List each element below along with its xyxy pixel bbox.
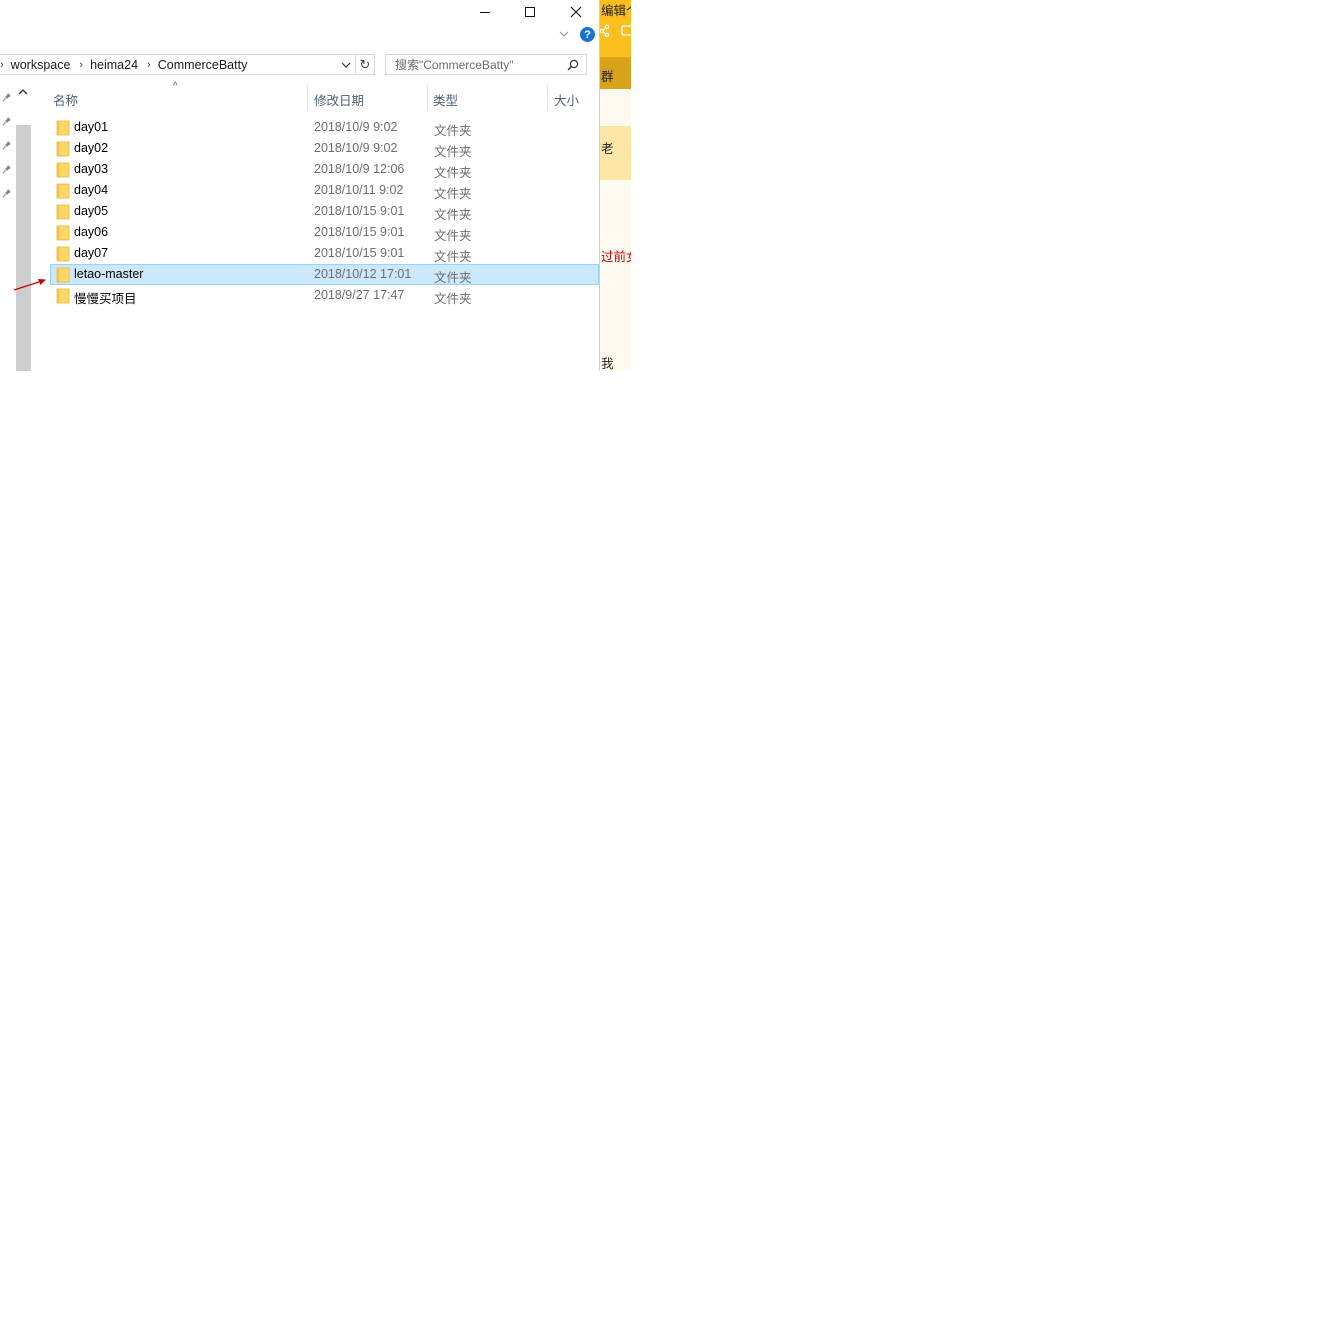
file-type: 文件夹 xyxy=(434,187,472,201)
file-row[interactable]: day04 2018/10/11 9:02 文件夹 xyxy=(50,180,599,201)
ribbon-expand-chevron-icon[interactable] xyxy=(558,29,570,39)
pin-icon[interactable] xyxy=(2,188,12,198)
bg-red-text-fragment: 过前女 xyxy=(601,250,631,264)
title-bar xyxy=(0,0,599,24)
folder-icon xyxy=(56,183,70,199)
file-name[interactable]: day06 xyxy=(74,225,108,239)
file-modified-date: 2018/10/9 9:02 xyxy=(314,141,398,155)
folder-icon xyxy=(56,288,70,304)
file-modified-date: 2018/9/27 17:47 xyxy=(314,288,405,302)
close-icon xyxy=(570,6,582,18)
maximize-button[interactable] xyxy=(507,0,553,24)
file-modified-date: 2018/10/9 9:02 xyxy=(314,120,398,134)
file-row[interactable]: day01 2018/10/9 9:02 文件夹 xyxy=(50,117,599,138)
breadcrumb-heima24[interactable]: heima24 xyxy=(90,58,138,72)
search-box[interactable] xyxy=(385,54,587,75)
folder-icon xyxy=(56,246,70,262)
scrollbar-thumb[interactable] xyxy=(16,125,31,371)
annotation-arrow xyxy=(13,279,46,291)
maximize-icon xyxy=(525,7,535,17)
file-list: day01 2018/10/9 9:02 文件夹 day02 2018/10/9 9:0… xyxy=(50,117,599,306)
file-name[interactable]: 慢慢买项目 xyxy=(74,288,137,307)
chevron-right-icon[interactable]: › xyxy=(147,59,151,71)
file-name[interactable]: day02 xyxy=(74,141,108,155)
file-type: 文件夹 xyxy=(434,208,472,222)
column-divider[interactable] xyxy=(427,84,428,111)
window-icon[interactable] xyxy=(621,24,631,37)
search-icon[interactable] xyxy=(567,59,579,71)
minimize-icon xyxy=(480,12,490,13)
file-modified-date: 2018/10/9 12:06 xyxy=(314,162,405,176)
address-history-chevron-down-icon[interactable] xyxy=(340,58,352,72)
pin-icon[interactable] xyxy=(2,116,12,126)
bg-group-fragment: 群 xyxy=(601,70,614,84)
file-type: 文件夹 xyxy=(434,124,472,138)
share-icon[interactable] xyxy=(600,24,610,38)
column-header-size[interactable]: 大小 xyxy=(554,90,579,109)
file-row[interactable]: day06 2018/10/15 9:01 文件夹 xyxy=(50,222,599,243)
folder-icon xyxy=(56,267,70,283)
bg-title-fragment: 编辑个 xyxy=(601,4,631,18)
file-type: 文件夹 xyxy=(434,166,472,180)
help-icon[interactable]: ? xyxy=(580,27,595,42)
column-header-date[interactable]: 修改日期 xyxy=(314,90,364,109)
refresh-button[interactable]: ↻ xyxy=(356,54,375,75)
minimize-button[interactable] xyxy=(462,0,508,24)
file-name[interactable]: day04 xyxy=(74,183,108,197)
bg-text-fragment: 老 xyxy=(601,142,614,156)
pin-icon[interactable] xyxy=(2,92,12,102)
file-name[interactable]: letao-master xyxy=(74,267,143,281)
file-type: 文件夹 xyxy=(434,250,472,264)
file-name[interactable]: day05 xyxy=(74,204,108,218)
file-type: 文件夹 xyxy=(434,271,472,285)
refresh-icon: ↻ xyxy=(359,56,371,72)
file-name[interactable]: day03 xyxy=(74,162,108,176)
file-row[interactable]: day02 2018/10/9 9:02 文件夹 xyxy=(50,138,599,159)
scroll-up-chevron-icon[interactable] xyxy=(18,88,28,96)
file-explorer-window: ? › workspace › heima24 › CommerceBatty … xyxy=(0,0,599,371)
file-row[interactable]: 慢慢买项目 2018/9/27 17:47 文件夹 xyxy=(50,285,599,306)
file-modified-date: 2018/10/15 9:01 xyxy=(314,225,405,239)
navigation-pane xyxy=(0,84,33,371)
folder-icon xyxy=(56,225,70,241)
chevron-right-icon[interactable]: › xyxy=(0,59,4,71)
folder-icon xyxy=(56,162,70,178)
file-type: 文件夹 xyxy=(434,145,472,159)
folder-icon xyxy=(56,141,70,157)
search-input[interactable] xyxy=(386,55,565,74)
breadcrumb-workspace[interactable]: workspace xyxy=(11,58,71,72)
background-chat-window: 编辑个 群 老 过前女 我 xyxy=(599,0,631,371)
address-bar[interactable]: › workspace › heima24 › CommerceBatty xyxy=(0,54,356,75)
column-header-type[interactable]: 类型 xyxy=(433,90,458,109)
file-modified-date: 2018/10/12 17:01 xyxy=(314,267,412,281)
file-type: 文件夹 xyxy=(434,292,472,306)
file-row[interactable]: letao-master 2018/10/12 17:01 文件夹 xyxy=(50,264,599,285)
file-row[interactable]: day05 2018/10/15 9:01 文件夹 xyxy=(50,201,599,222)
breadcrumb-commercebatty[interactable]: CommerceBatty xyxy=(158,58,248,72)
close-button[interactable] xyxy=(553,0,599,24)
file-modified-date: 2018/10/15 9:01 xyxy=(314,246,405,260)
file-name[interactable]: day07 xyxy=(74,246,108,260)
pin-icon[interactable] xyxy=(2,140,12,150)
file-row[interactable]: day03 2018/10/9 12:06 文件夹 xyxy=(50,159,599,180)
sort-ascending-icon: ^ xyxy=(173,81,178,92)
ribbon-bar: ? xyxy=(0,24,599,48)
folder-icon xyxy=(56,204,70,220)
file-modified-date: 2018/10/15 9:01 xyxy=(314,204,405,218)
bg-text-fragment: 我 xyxy=(601,357,614,371)
file-modified-date: 2018/10/11 9:02 xyxy=(314,183,404,197)
column-header-name[interactable]: 名称 xyxy=(53,90,78,109)
pin-icon[interactable] xyxy=(2,164,12,174)
file-type: 文件夹 xyxy=(434,229,472,243)
column-divider[interactable] xyxy=(307,84,308,111)
file-row[interactable]: day07 2018/10/15 9:01 文件夹 xyxy=(50,243,599,264)
column-divider[interactable] xyxy=(547,84,548,111)
folder-icon xyxy=(56,120,70,136)
chevron-right-icon[interactable]: › xyxy=(79,59,83,71)
file-name[interactable]: day01 xyxy=(74,120,108,134)
column-headers: ^ 名称 修改日期 类型 大小 xyxy=(33,81,599,111)
